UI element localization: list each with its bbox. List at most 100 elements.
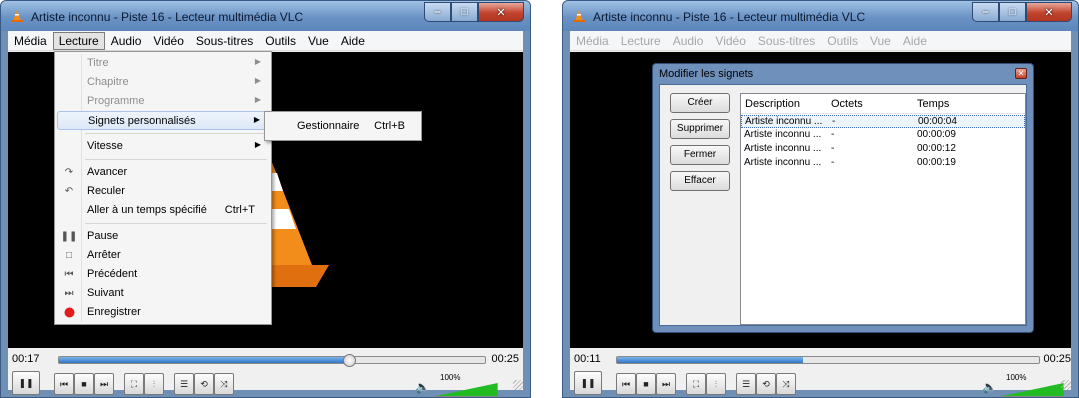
close-button[interactable]: ✕ bbox=[1026, 2, 1072, 22]
menu-aide[interactable]: Aide bbox=[335, 32, 371, 50]
next-icon: ⏭ bbox=[99, 378, 109, 389]
submenu-arrow-icon: ▶ bbox=[254, 95, 261, 104]
minimize-button[interactable]: – bbox=[424, 2, 451, 22]
title-bar[interactable]: Artiste inconnu - Piste 16 - Lecteur mul… bbox=[1, 1, 530, 31]
menu-video[interactable]: Vidéo bbox=[147, 32, 189, 50]
pause-icon: ❚❚ bbox=[18, 377, 34, 388]
client-area: Média Lecture Audio Vidéo Sous-titres Ou… bbox=[8, 31, 523, 397]
stop-button[interactable]: ■ bbox=[74, 373, 94, 395]
submenu-arrow-icon: ▶ bbox=[254, 57, 261, 66]
pause-button[interactable]: ❚❚ bbox=[12, 371, 40, 395]
bookmarks-list[interactable]: Description Octets Temps Artiste inconnu… bbox=[740, 93, 1026, 325]
submenu-arrow-icon: ▶ bbox=[253, 115, 260, 124]
stop-button[interactable]: ■ bbox=[636, 373, 656, 395]
menu-item-precedent[interactable]: ⏮ Précédent bbox=[57, 265, 269, 284]
menu-audio[interactable]: Audio bbox=[667, 32, 710, 50]
maximize-button[interactable]: □ bbox=[999, 2, 1026, 22]
seek-progress bbox=[617, 357, 803, 363]
seek-bar[interactable] bbox=[58, 354, 486, 367]
list-item[interactable]: Artiste inconnu ... - 00:00:19 bbox=[741, 157, 1025, 170]
menu-item-avancer[interactable]: ↷ Avancer bbox=[57, 163, 269, 182]
menu-item-pause[interactable]: ❚❚ Pause bbox=[57, 227, 269, 246]
extended-settings-button[interactable]: ⫶ bbox=[706, 373, 726, 395]
menu-item-reculer[interactable]: ↶ Reculer bbox=[57, 182, 269, 201]
title-bar[interactable]: Artiste inconnu - Piste 16 - Lecteur mul… bbox=[563, 1, 1078, 31]
menu-outils[interactable]: Outils bbox=[259, 32, 302, 50]
list-item[interactable]: Artiste inconnu ... - 00:00:12 bbox=[741, 143, 1025, 156]
menu-lecture[interactable]: Lecture bbox=[52, 31, 105, 50]
shuffle-button[interactable]: ⤨ bbox=[776, 373, 796, 395]
effacer-button[interactable]: Effacer bbox=[670, 171, 730, 191]
volume-slider[interactable] bbox=[1000, 383, 1066, 397]
close-icon: ✕ bbox=[1044, 6, 1054, 19]
creer-button[interactable]: Créer bbox=[670, 93, 730, 113]
volume-slider[interactable] bbox=[434, 383, 500, 397]
speaker-icon[interactable]: 🔈 bbox=[982, 380, 997, 394]
bookmarks-dialog: Modifier les signets ✕ Créer Supprimer F… bbox=[652, 63, 1034, 333]
loop-button[interactable]: ⟲ bbox=[756, 373, 776, 395]
column-temps[interactable]: Temps bbox=[917, 98, 949, 110]
fullscreen-button[interactable]: ⛶ bbox=[124, 373, 144, 395]
menu-item-arreter[interactable]: □ Arrêter bbox=[57, 246, 269, 265]
fullscreen-button[interactable]: ⛶ bbox=[686, 373, 706, 395]
menu-item-aller[interactable]: Aller à un temps spécifié Ctrl+T bbox=[57, 201, 269, 220]
supprimer-button[interactable]: Supprimer bbox=[670, 119, 730, 139]
menu-item-vitesse[interactable]: Vitesse ▶ bbox=[57, 137, 269, 156]
maximize-button[interactable]: □ bbox=[451, 2, 478, 22]
pause-button[interactable]: ❚❚ bbox=[574, 371, 602, 395]
resize-grip[interactable] bbox=[1061, 380, 1071, 390]
list-header: Description Octets Temps bbox=[741, 94, 1025, 114]
menu-outils[interactable]: Outils bbox=[821, 32, 864, 50]
menu-vue[interactable]: Vue bbox=[302, 32, 335, 50]
equalizer-icon: ⫶ bbox=[714, 378, 718, 389]
resize-grip[interactable] bbox=[513, 380, 523, 390]
stop-icon: ■ bbox=[643, 379, 649, 389]
menu-media[interactable]: Média bbox=[8, 32, 53, 50]
next-button[interactable]: ⏭ bbox=[656, 373, 676, 395]
menu-item-suivant[interactable]: ⏭ Suivant bbox=[57, 284, 269, 303]
fermer-button[interactable]: Fermer bbox=[670, 145, 730, 165]
menu-media[interactable]: Média bbox=[570, 32, 615, 50]
menu-audio[interactable]: Audio bbox=[105, 32, 148, 50]
close-icon: ✕ bbox=[1017, 69, 1025, 78]
column-description[interactable]: Description bbox=[745, 98, 800, 110]
menu-item-signets[interactable]: Signets personnalisés ▶ bbox=[57, 111, 269, 130]
minimize-button[interactable]: – bbox=[972, 2, 999, 22]
menu-video[interactable]: Vidéo bbox=[709, 32, 751, 50]
seek-bar[interactable] bbox=[616, 356, 1040, 364]
submenu-arrow-icon: ▶ bbox=[254, 76, 261, 85]
next-icon: ⏭ bbox=[64, 287, 74, 299]
menu-sous-titres[interactable]: Sous-titres bbox=[190, 32, 259, 50]
menu-aide[interactable]: Aide bbox=[897, 32, 933, 50]
shuffle-button[interactable]: ⤨ bbox=[214, 373, 234, 395]
seek-handle[interactable] bbox=[343, 354, 356, 367]
controls-bar: ❚❚ ⏮ ■ ⏭ ⛶ ⫶ ☰ ⟲ ⤨ 🔈 100% bbox=[8, 369, 523, 397]
total-time: 00:25 bbox=[1043, 353, 1071, 365]
dialog-close-button[interactable]: ✕ bbox=[1015, 68, 1027, 79]
window-title: Artiste inconnu - Piste 16 - Lecteur mul… bbox=[31, 10, 304, 24]
previous-button[interactable]: ⏮ bbox=[616, 373, 636, 395]
menu-sous-titres[interactable]: Sous-titres bbox=[752, 32, 821, 50]
dialog-title: Modifier les signets bbox=[659, 68, 754, 80]
jump-forward-icon: ↷ bbox=[64, 166, 74, 178]
speaker-icon[interactable]: 🔈 bbox=[415, 380, 430, 394]
extended-settings-button[interactable]: ⫶ bbox=[144, 373, 164, 395]
menu-lecture[interactable]: Lecture bbox=[615, 32, 667, 50]
previous-button[interactable]: ⏮ bbox=[54, 373, 74, 395]
stop-icon: ■ bbox=[81, 379, 87, 389]
column-octets[interactable]: Octets bbox=[831, 98, 863, 110]
elapsed-time: 00:17 bbox=[12, 353, 40, 365]
previous-icon: ⏮ bbox=[64, 268, 74, 280]
close-button[interactable]: ✕ bbox=[478, 2, 524, 22]
menu-item-gestionnaire[interactable]: Gestionnaire Ctrl+B bbox=[267, 117, 419, 136]
menu-bar: Média Lecture Audio Vidéo Sous-titres Ou… bbox=[570, 31, 1071, 51]
menu-item-programme: Programme ▶ bbox=[87, 95, 261, 107]
playlist-button[interactable]: ☰ bbox=[174, 373, 194, 395]
next-button[interactable]: ⏭ bbox=[94, 373, 114, 395]
menu-vue[interactable]: Vue bbox=[864, 32, 897, 50]
menu-item-enregistrer[interactable]: Enregistrer bbox=[57, 303, 269, 322]
list-item[interactable]: Artiste inconnu ... - 00:00:04 bbox=[741, 115, 1025, 128]
loop-button[interactable]: ⟲ bbox=[194, 373, 214, 395]
list-item[interactable]: Artiste inconnu ... - 00:00:09 bbox=[741, 129, 1025, 142]
playlist-button[interactable]: ☰ bbox=[736, 373, 756, 395]
